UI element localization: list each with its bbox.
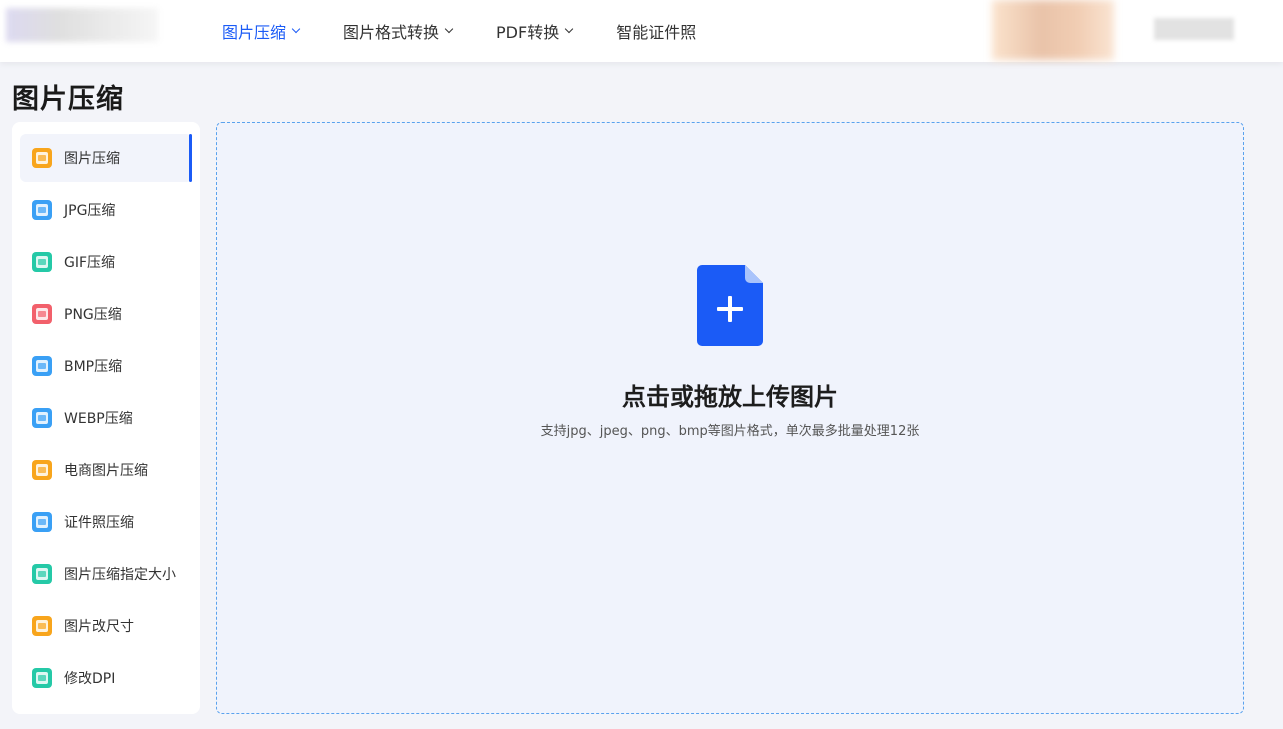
image-compress-icon	[32, 148, 52, 168]
upload-title: 点击或拖放上传图片	[622, 383, 838, 411]
webp-icon	[32, 408, 52, 428]
sidebar-item-label: 图片改尺寸	[64, 619, 134, 635]
bmp-icon	[32, 356, 52, 376]
nav-item-label: 图片压缩	[222, 23, 287, 42]
chevron-down-icon	[291, 24, 301, 34]
nav-item-label: 图片格式转换	[343, 23, 440, 42]
page-title: 图片压缩	[12, 84, 124, 115]
upload-subtitle: 支持jpg、jpeg、png、bmp等图片格式，单次最多批量处理12张	[540, 424, 920, 439]
sidebar-item[interactable]: BMP压缩	[20, 342, 192, 390]
nav-item-id-photo[interactable]: 智能证件照	[616, 0, 696, 62]
sidebar-item[interactable]: 修改DPI	[20, 654, 192, 702]
sidebar-item-label: 图片压缩	[64, 151, 120, 167]
chevron-down-icon	[564, 24, 574, 34]
sidebar-item-label: 图片压缩指定大小	[64, 567, 176, 583]
nav-item-label: 智能证件照	[616, 23, 697, 42]
sidebar-item-label: BMP压缩	[64, 359, 123, 375]
kb-size-icon	[32, 564, 52, 584]
sidebar-item-label: WEBP压缩	[64, 411, 133, 427]
nav-item-format-convert[interactable]: 图片格式转换	[343, 0, 454, 62]
sidebar-item[interactable]: 证件照压缩	[20, 498, 192, 546]
top-navigation-bar: 图片压缩 图片格式转换 PDF转换 智能证件照	[0, 0, 1283, 62]
sidebar-item[interactable]: PNG压缩	[20, 290, 192, 338]
nav-item-pdf-convert[interactable]: PDF转换	[496, 0, 574, 62]
main-nav: 图片压缩 图片格式转换 PDF转换 智能证件照	[222, 0, 740, 62]
sidebar-item-label: JPG压缩	[64, 203, 116, 219]
sidebar-item-label: 电商图片压缩	[64, 463, 148, 479]
sidebar: 图片压缩 JPG压缩 GIF压缩 PNG压缩 BMP压缩 WEBP压缩 电商图片压缩 证件照压…	[12, 122, 200, 714]
sidebar-item-label: 证件照压缩	[64, 515, 134, 531]
sidebar-item[interactable]: 图片压缩指定大小	[20, 550, 192, 598]
sidebar-item[interactable]: GIF压缩	[20, 238, 192, 286]
chevron-down-icon	[444, 24, 454, 34]
sidebar-item-label: PNG压缩	[64, 307, 122, 323]
png-icon	[32, 304, 52, 324]
user-avatar[interactable]	[992, 0, 1114, 60]
sidebar-item[interactable]: 电商图片压缩	[20, 446, 192, 494]
monitor-icon	[32, 668, 52, 688]
jpg-icon	[32, 200, 52, 220]
sidebar-item[interactable]: WEBP压缩	[20, 394, 192, 442]
logo[interactable]	[6, 8, 158, 42]
crop-icon	[32, 616, 52, 636]
nav-item-label: PDF转换	[496, 23, 560, 42]
sidebar-item-label: 修改DPI	[64, 671, 116, 687]
sidebar-item[interactable]: JPG压缩	[20, 186, 192, 234]
sidebar-item[interactable]: 图片改尺寸	[20, 602, 192, 650]
nav-item-image-compress[interactable]: 图片压缩	[222, 0, 301, 62]
id-photo-icon	[32, 512, 52, 532]
gif-icon	[32, 252, 52, 272]
sidebar-item-label: GIF压缩	[64, 255, 116, 271]
upload-dropzone[interactable]: 点击或拖放上传图片 支持jpg、jpeg、png、bmp等图片格式，单次最多批量…	[216, 122, 1244, 714]
sidebar-item[interactable]: 图片压缩	[20, 134, 192, 182]
user-name[interactable]	[1154, 18, 1234, 40]
shopping-bag-icon	[32, 460, 52, 480]
file-add-icon	[697, 265, 763, 346]
